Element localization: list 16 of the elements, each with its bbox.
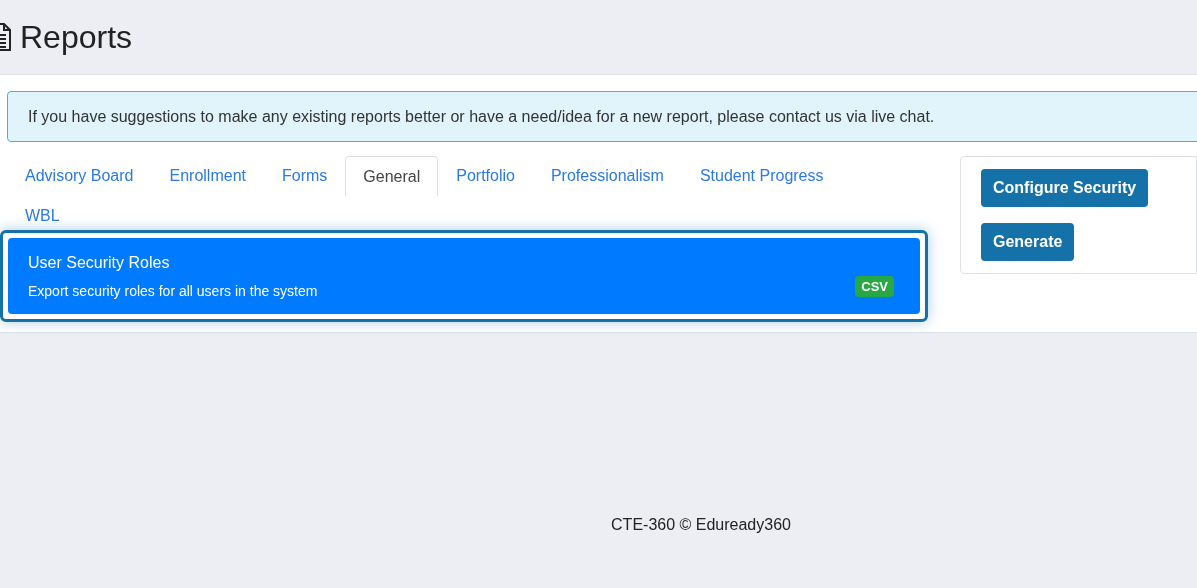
report-tab[interactable]: Student Progress bbox=[681, 156, 842, 196]
action-button[interactable]: Generate bbox=[981, 223, 1075, 261]
report-tab[interactable]: Portfolio bbox=[438, 156, 533, 196]
report-tab[interactable]: General bbox=[345, 156, 439, 196]
report-tab[interactable]: Enrollment bbox=[151, 156, 264, 196]
report-card[interactable]: User Security Roles Export security roles for all users in the system CSV bbox=[0, 230, 928, 322]
footer-text: CTE-360 © Eduready360 bbox=[611, 515, 791, 535]
report-tab[interactable]: Professionalism bbox=[532, 156, 682, 196]
page-title: Reports bbox=[20, 18, 133, 57]
info-alert: If you have suggestions to make any existing reports better or have a need/idea for a new report, please contact us via live chat. bbox=[7, 91, 1197, 142]
report-title: User Security Roles bbox=[28, 252, 170, 273]
report-tab[interactable]: Forms bbox=[264, 156, 346, 196]
action-button[interactable]: Configure Security bbox=[981, 169, 1149, 207]
report-tab[interactable]: Advisory Board bbox=[7, 156, 152, 196]
format-badge: CSV bbox=[855, 275, 894, 297]
report-description: Export security roles for all users in the system bbox=[28, 281, 318, 301]
